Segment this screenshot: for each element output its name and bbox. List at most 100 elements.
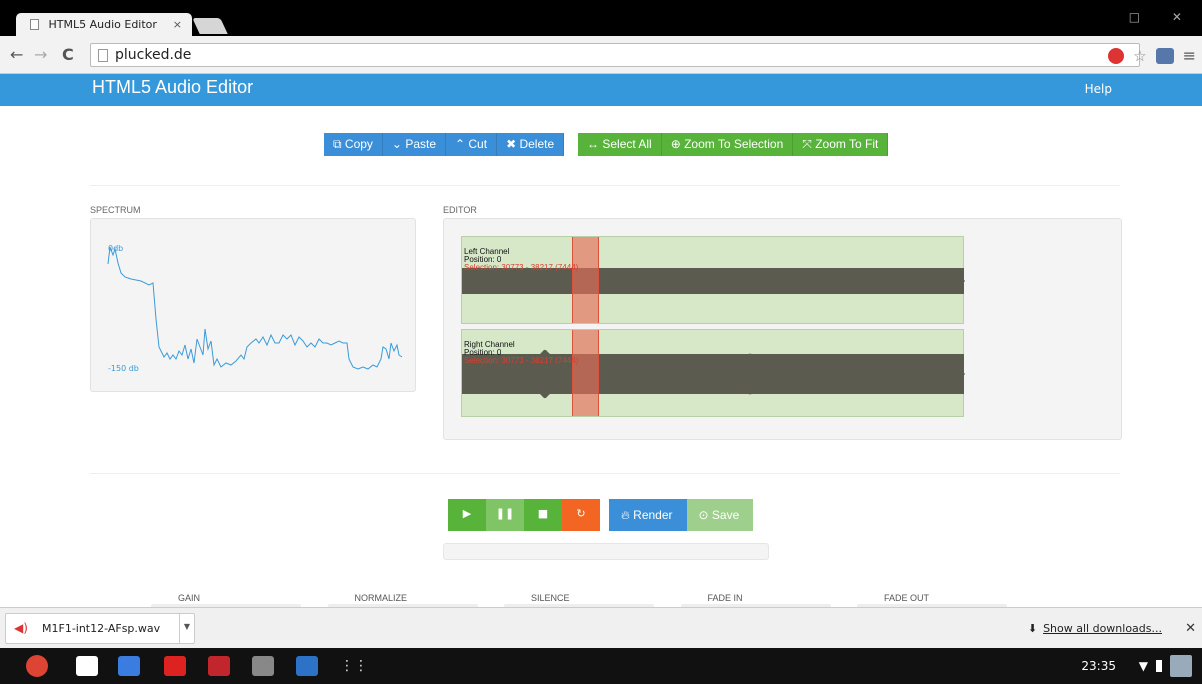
transport-controls: ▶ ❚❚ ■ ↻ — [448, 499, 600, 531]
channel-selection: Selection: 30773 - 38217 (7444) — [464, 263, 579, 272]
download-filename: M1F1-int12-AFsp.wav — [42, 622, 161, 635]
app-title: HTML5 Audio Editor — [92, 77, 254, 97]
arrows-horizontal-icon: ↔ — [587, 137, 603, 151]
zoom-to-fit-button[interactable]: ⤧ Zoom To Fit — [793, 133, 889, 156]
page-icon — [98, 49, 108, 62]
back-arrow-icon[interactable]: ← — [10, 45, 23, 64]
window-controls[interactable]: □ ✕ — [1129, 10, 1196, 24]
fire-icon: 🔥︎ — [621, 508, 630, 522]
copy-button[interactable]: ⧉ Copy — [324, 133, 383, 156]
audio-file-icon: ◀) — [14, 621, 28, 635]
close-download-bar-icon[interactable]: ✕ — [1185, 621, 1196, 636]
tab-close-icon[interactable]: × — [173, 18, 182, 31]
button-label: Zoom To Fit — [815, 137, 879, 151]
save-button[interactable]: ⊙ Save — [686, 499, 754, 531]
wifi-icon: ▼ — [1138, 659, 1148, 673]
stop-button[interactable]: ■ — [524, 499, 562, 531]
left-channel-waveform[interactable]: Left Channel Position: 0 Selection: 3077… — [461, 236, 965, 324]
edit-toolbar: ⧉ Copy ⌄ Paste ⌃ Cut ✖ Delete — [324, 133, 565, 156]
spectrum-top-label: 0db — [108, 244, 124, 253]
star-icon[interactable]: ☆ — [1133, 47, 1146, 65]
save-icon: ⊙ — [698, 508, 709, 522]
app-header: HTML5 Audio Editor Help — [0, 74, 1202, 106]
spectrum-bottom-label: -150 db — [108, 364, 139, 373]
cut-button[interactable]: ⌃ Cut — [446, 133, 498, 156]
zoom-to-selection-button[interactable]: ⊕ Zoom To Selection — [661, 133, 794, 156]
download-arrow-icon: ⬇ — [1027, 622, 1038, 635]
os-shelf: ⋮⋮ 23:35 ▼ — [0, 648, 1202, 684]
app-launcher-icon[interactable]: ⋮⋮ — [340, 658, 368, 674]
render-controls: 🔥︎ Render ⊙ Save — [609, 499, 754, 531]
chevron-down-icon: ⌄ — [391, 137, 406, 151]
address-bar[interactable]: plucked.de — [90, 43, 1140, 67]
browser-toolbar: ← → C plucked.de ☆ ≡ — [0, 36, 1202, 74]
editor-label: EDITOR — [443, 205, 477, 215]
menu-icon[interactable]: ≡ — [1183, 46, 1196, 65]
play-movies-icon[interactable] — [208, 656, 230, 676]
divider — [90, 185, 1120, 186]
play-icon: ▶ — [462, 507, 472, 520]
right-channel-info: Right Channel Position: 0 Selection: 307… — [464, 341, 578, 365]
close-icon: ✖ — [506, 137, 520, 151]
google-search-icon[interactable] — [118, 656, 140, 676]
copy-icon: ⧉ — [333, 137, 345, 151]
effect-label-silence[interactable]: SILENCE — [531, 593, 570, 603]
page-icon — [30, 19, 39, 30]
battery-icon — [1156, 660, 1162, 672]
system-tray[interactable]: ▼ — [1139, 655, 1192, 677]
reload-icon[interactable]: C — [62, 45, 74, 64]
extension-icons: ☆ ≡ — [1108, 46, 1196, 65]
effect-label-normalize[interactable]: NORMALIZE — [355, 593, 408, 603]
download-item[interactable]: ◀) M1F1-int12-AFsp.wav ▼ — [5, 613, 195, 644]
docs-icon[interactable] — [252, 656, 274, 676]
refresh-icon: ↻ — [576, 507, 586, 520]
select-all-button[interactable]: ↔ Select All — [578, 133, 662, 156]
help-link[interactable]: Help — [1085, 82, 1112, 96]
youtube-icon[interactable] — [164, 656, 186, 676]
tab-title: HTML5 Audio Editor — [48, 18, 157, 31]
spectrum-graph — [107, 246, 403, 370]
spectrum-panel: 0db -150 db — [90, 218, 416, 392]
files-icon[interactable] — [296, 656, 318, 676]
chevron-up-icon: ⌃ — [455, 137, 469, 151]
avatar[interactable] — [1170, 655, 1192, 677]
button-label: Paste — [405, 137, 436, 151]
fullscreen-icon: ⤧ — [802, 137, 816, 151]
delete-button[interactable]: ✖ Delete — [497, 133, 565, 156]
button-label: Delete — [519, 137, 555, 151]
forward-arrow-icon[interactable]: → — [34, 45, 47, 64]
chevron-down-icon[interactable]: ▼ — [179, 614, 194, 643]
zoom-toolbar: ↔ Select All ⊕ Zoom To Selection ⤧ Zoom To… — [578, 133, 889, 156]
browser-tab-strip: HTML5 Audio Editor × □ ✕ — [0, 0, 1202, 36]
render-progress-bar — [443, 543, 769, 560]
button-label: Copy — [344, 137, 373, 151]
chrome-icon[interactable] — [26, 655, 48, 677]
render-button[interactable]: 🔥︎ Render — [609, 499, 687, 531]
right-channel-waveform[interactable]: Right Channel Position: 0 Selection: 307… — [461, 329, 965, 417]
download-bar: ◀) M1F1-int12-AFsp.wav ▼ ⬇ Show all downl… — [0, 607, 1202, 648]
clock: 23:35 — [1081, 659, 1116, 673]
effect-label-fade-in[interactable]: FADE IN — [708, 593, 743, 603]
channel-selection: Selection: 30773 - 38217 (7444) — [464, 356, 579, 365]
stop-icon: ■ — [537, 507, 549, 520]
gmail-icon[interactable] — [76, 656, 98, 676]
divider — [90, 473, 1120, 474]
effect-label-gain[interactable]: GAIN — [178, 593, 200, 603]
effect-label-fade-out[interactable]: FADE OUT — [884, 593, 929, 603]
pause-button[interactable]: ❚❚ — [486, 499, 524, 531]
pause-icon: ❚❚ — [495, 507, 515, 520]
left-channel-info: Left Channel Position: 0 Selection: 3077… — [464, 248, 578, 272]
button-label: Select All — [602, 137, 652, 151]
loop-button[interactable]: ↻ — [562, 499, 600, 531]
url-text: plucked.de — [115, 47, 192, 63]
paste-button[interactable]: ⌄ Paste — [382, 133, 446, 156]
plus-circle-icon: ⊕ — [670, 137, 685, 151]
play-button[interactable]: ▶ — [448, 499, 486, 531]
browser-tab[interactable]: HTML5 Audio Editor × — [16, 13, 192, 36]
extension-icon[interactable] — [1155, 47, 1174, 64]
new-tab-button[interactable] — [192, 18, 228, 34]
editor-panel: Left Channel Position: 0 Selection: 3077… — [443, 218, 1122, 440]
button-label: Cut — [468, 137, 488, 151]
adblock-icon[interactable] — [1108, 47, 1125, 64]
show-all-downloads-link[interactable]: ⬇ Show all downloads... — [1028, 622, 1162, 635]
